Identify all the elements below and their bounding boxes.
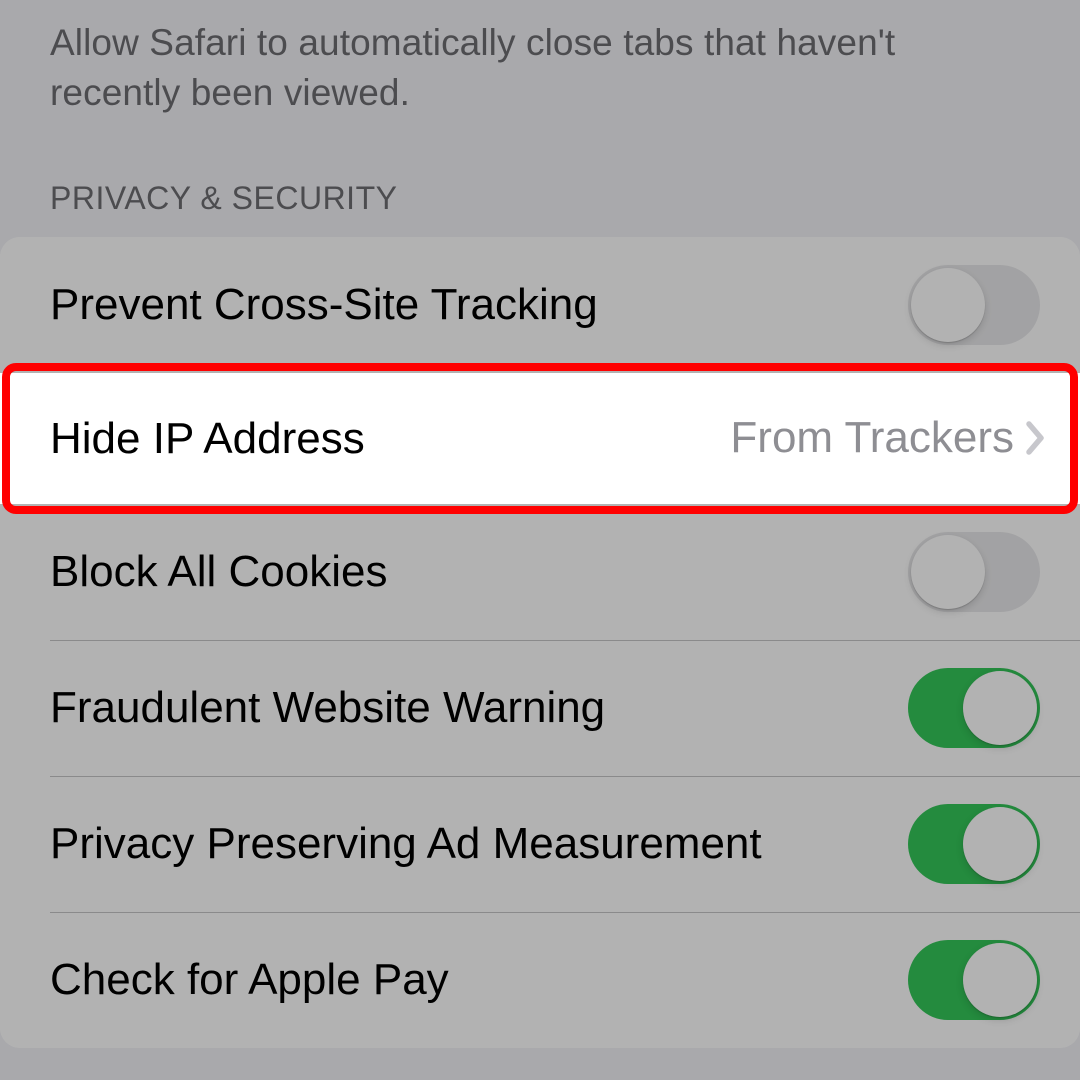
privacy-preserving-ad-measurement-label: Privacy Preserving Ad Measurement bbox=[50, 817, 908, 871]
block-all-cookies-toggle[interactable] bbox=[908, 532, 1040, 612]
check-for-apple-pay-row[interactable]: Check for Apple Pay bbox=[0, 912, 1080, 1048]
fraudulent-website-warning-toggle[interactable] bbox=[908, 668, 1040, 748]
fraudulent-website-warning-row[interactable]: Fraudulent Website Warning bbox=[0, 640, 1080, 776]
fraudulent-website-warning-label: Fraudulent Website Warning bbox=[50, 681, 908, 735]
privacy-security-group: Prevent Cross-Site Tracking Hide IP Addr… bbox=[0, 237, 1080, 1048]
privacy-preserving-ad-measurement-toggle[interactable] bbox=[908, 804, 1040, 884]
toggle-knob bbox=[963, 671, 1037, 745]
privacy-preserving-ad-measurement-row[interactable]: Privacy Preserving Ad Measurement bbox=[0, 776, 1080, 912]
privacy-security-header: Privacy & Security bbox=[0, 118, 1080, 237]
prevent-cross-site-tracking-label: Prevent Cross-Site Tracking bbox=[50, 278, 908, 332]
close-tabs-footer: Allow Safari to automatically close tabs… bbox=[0, 18, 1080, 118]
toggle-knob bbox=[963, 807, 1037, 881]
hide-ip-address-row[interactable]: Hide IP Address From Trackers bbox=[0, 373, 1080, 504]
prevent-cross-site-tracking-row[interactable]: Prevent Cross-Site Tracking bbox=[0, 237, 1080, 373]
block-all-cookies-label: Block All Cookies bbox=[50, 545, 908, 599]
block-all-cookies-row[interactable]: Block All Cookies bbox=[0, 504, 1080, 640]
toggle-knob bbox=[911, 268, 985, 342]
prevent-cross-site-tracking-toggle[interactable] bbox=[908, 265, 1040, 345]
toggle-knob bbox=[911, 535, 985, 609]
chevron-right-icon bbox=[1026, 421, 1046, 455]
check-for-apple-pay-label: Check for Apple Pay bbox=[50, 953, 908, 1007]
hide-ip-address-label: Hide IP Address bbox=[50, 412, 730, 466]
check-for-apple-pay-toggle[interactable] bbox=[908, 940, 1040, 1020]
hide-ip-address-value: From Trackers bbox=[730, 413, 1014, 463]
toggle-knob bbox=[963, 943, 1037, 1017]
